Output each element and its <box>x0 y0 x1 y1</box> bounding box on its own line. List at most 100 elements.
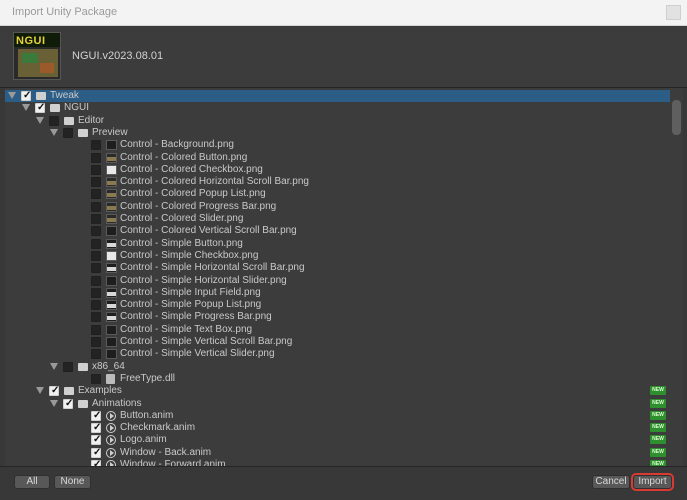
folder-icon <box>64 116 74 125</box>
fold-arrow-icon[interactable] <box>22 104 30 112</box>
tree-row[interactable]: Logo.anim NEW <box>5 434 670 446</box>
tree-row[interactable]: FreeType.dll <box>5 373 670 385</box>
include-checkbox[interactable] <box>91 152 101 163</box>
texture-thumbnail-icon <box>106 250 117 261</box>
tree-item-label: Control - Simple Progress Bar.png <box>120 311 272 323</box>
texture-thumbnail-icon <box>106 324 117 335</box>
include-checkbox[interactable] <box>91 434 101 446</box>
tree-row[interactable]: Control - Colored Vertical Scroll Bar.pn… <box>5 225 670 237</box>
include-checkbox[interactable] <box>91 140 101 151</box>
include-checkbox[interactable] <box>91 275 101 286</box>
tree-row[interactable]: Control - Simple Horizontal Scroll Bar.p… <box>5 262 670 274</box>
include-checkbox[interactable] <box>91 410 101 422</box>
new-badge: NEW <box>650 398 666 408</box>
tree-item-label: Examples <box>78 385 122 397</box>
new-badge: NEW <box>650 386 666 396</box>
include-checkbox[interactable] <box>91 201 101 212</box>
tree-row[interactable]: Control - Colored Horizontal Scroll Bar.… <box>5 176 670 188</box>
tree-row[interactable]: Control - Simple Progress Bar.png <box>5 311 670 323</box>
tree-item-label: FreeType.dll <box>120 372 176 384</box>
tree-row[interactable]: Examples NEW <box>5 385 670 397</box>
new-badge: NEW <box>650 410 666 420</box>
include-checkbox[interactable] <box>91 324 101 335</box>
tree-row[interactable]: Control - Simple Input Field.png <box>5 287 670 299</box>
texture-thumbnail-icon <box>106 152 117 163</box>
include-checkbox[interactable] <box>49 385 59 397</box>
tree-item-label: Control - Simple Vertical Slider.png <box>120 348 275 360</box>
tree-row[interactable]: Control - Simple Vertical Scroll Bar.png <box>5 336 670 348</box>
tree-row[interactable]: Button.anim NEW <box>5 410 670 422</box>
fold-arrow-icon[interactable] <box>36 387 44 395</box>
fold-arrow-icon[interactable] <box>36 116 44 124</box>
include-checkbox[interactable] <box>91 238 101 249</box>
import-button[interactable]: Import <box>633 475 672 489</box>
select-all-button[interactable]: All <box>14 475 50 489</box>
tree-item-label: Control - Colored Button.png <box>120 151 248 163</box>
cancel-button[interactable]: Cancel <box>592 475 630 489</box>
new-badge: NEW <box>650 423 666 433</box>
include-checkbox[interactable] <box>91 214 101 224</box>
fold-arrow-icon[interactable] <box>8 92 16 99</box>
tree-row[interactable]: x86_64 <box>5 361 670 373</box>
tree-row[interactable]: Window - Forward.animNEW <box>5 459 670 466</box>
new-badge: NEW <box>650 435 666 445</box>
tree-row[interactable]: NGUI <box>5 102 670 114</box>
include-checkbox[interactable] <box>91 263 101 274</box>
scrollbar-thumb[interactable] <box>672 100 681 135</box>
title-bar: Import Unity Package <box>0 0 687 26</box>
tree-row[interactable]: Control - Simple Button.png <box>5 238 670 250</box>
tree-row[interactable]: Control - Simple Horizontal Slider.png <box>5 275 670 287</box>
tree-item-label: Control - Colored Checkbox.png <box>120 163 263 175</box>
tree-scrollbar[interactable] <box>670 88 683 466</box>
tree-row[interactable]: Control - Colored Slider.png <box>5 213 670 225</box>
include-checkbox[interactable] <box>91 312 101 323</box>
include-checkbox[interactable] <box>63 127 73 138</box>
include-checkbox[interactable] <box>91 287 101 298</box>
asset-tree[interactable]: TweakNGUIEditorPreviewControl - Backgrou… <box>5 88 670 466</box>
include-checkbox[interactable] <box>91 422 101 434</box>
tree-row[interactable]: Control - Simple Popup List.png <box>5 299 670 311</box>
include-checkbox[interactable] <box>91 447 101 459</box>
folder-icon <box>78 362 88 371</box>
include-checkbox[interactable] <box>49 115 59 126</box>
include-checkbox[interactable] <box>91 250 101 261</box>
include-checkbox[interactable] <box>21 90 31 102</box>
tree-row[interactable]: Control - Background.png <box>5 139 670 151</box>
tree-row[interactable]: Control - Simple Checkbox.png <box>5 250 670 262</box>
fold-arrow-icon[interactable] <box>50 128 58 136</box>
tree-row[interactable]: Checkmark.anim NEW <box>5 422 670 434</box>
include-checkbox[interactable] <box>91 349 101 360</box>
tree-item-label: Control - Simple Input Field.png <box>120 286 261 298</box>
fold-arrow-icon[interactable] <box>50 399 58 407</box>
fold-arrow-icon[interactable] <box>50 362 58 370</box>
new-badge: NEW <box>650 447 666 457</box>
import-package-window: Import Unity Package NGUI NGUI.v2023.08.… <box>0 0 687 500</box>
include-checkbox[interactable] <box>35 102 45 114</box>
include-checkbox[interactable] <box>91 164 101 175</box>
tree-row[interactable]: Window - Back.anim NEW <box>5 447 670 459</box>
tree-row[interactable]: Control - Colored Checkbox.png <box>5 164 670 176</box>
folder-icon <box>50 104 60 113</box>
package-icon: NGUI <box>13 32 61 80</box>
tree-row[interactable]: Animations NEW <box>5 398 670 410</box>
include-checkbox[interactable] <box>91 177 101 188</box>
folder-icon <box>36 92 46 100</box>
include-checkbox[interactable] <box>91 226 101 237</box>
include-checkbox[interactable] <box>91 337 101 347</box>
tree-row[interactable]: Control - Colored Button.png <box>5 152 670 164</box>
tree-row[interactable]: Tweak <box>5 90 670 103</box>
select-none-button[interactable]: None <box>54 475 91 489</box>
include-checkbox[interactable] <box>91 373 101 384</box>
include-checkbox[interactable] <box>91 189 101 200</box>
tree-row[interactable]: Control - Simple Vertical Slider.png <box>5 348 670 360</box>
close-button[interactable] <box>666 5 681 20</box>
tree-row[interactable]: Control - Simple Text Box.png <box>5 324 670 336</box>
animation-clip-icon <box>106 435 116 446</box>
tree-row[interactable]: Editor <box>5 115 670 127</box>
include-checkbox[interactable] <box>63 398 73 410</box>
tree-row[interactable]: Control - Colored Popup List.png <box>5 188 670 200</box>
include-checkbox[interactable] <box>91 300 101 311</box>
tree-row[interactable]: Control - Colored Progress Bar.png <box>5 201 670 213</box>
include-checkbox[interactable] <box>63 361 73 372</box>
tree-row[interactable]: Preview <box>5 127 670 139</box>
